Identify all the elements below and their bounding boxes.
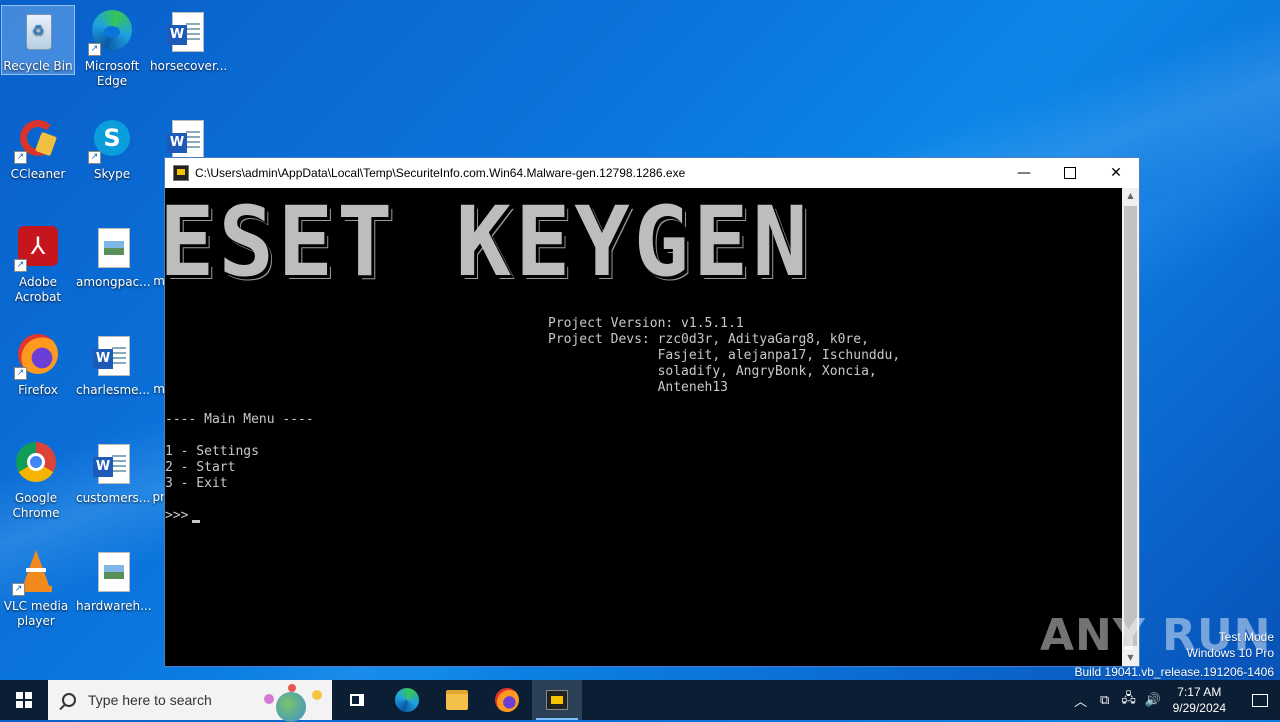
desktop-icon-vlc[interactable]: ↗ VLC media player	[0, 546, 72, 629]
system-tray: ︿ ⧉ 🖧 🔊 7:17 AM 9/29/2024	[1069, 680, 1280, 720]
minimize-icon: —	[1017, 165, 1031, 181]
taskbar-edge[interactable]	[382, 680, 432, 720]
task-view-icon	[350, 694, 364, 706]
skype-icon: S ↗	[88, 116, 136, 164]
console-window[interactable]: C:\Users\admin\AppData\Local\Temp\Securi…	[159, 157, 1140, 667]
desktop-icon-label: VLC media player	[3, 599, 69, 628]
ccleaner-icon: ↗	[14, 116, 62, 164]
image-file-icon	[88, 224, 136, 272]
desktop-icon-label: Adobe Acrobat	[14, 275, 62, 304]
taskbar: Type here to search ︿ ⧉ 🖧 🔊 7:17 AM 9/29…	[0, 680, 1280, 722]
desktop-icon-label-partial: m	[153, 274, 165, 288]
volume-icon[interactable]: 🔊	[1141, 693, 1165, 708]
desktop-icon-label: horsecover...	[150, 59, 228, 73]
desktop-icon-hardwareh[interactable]: hardwareh...	[76, 546, 152, 614]
desktop-icon-label-partial: pr	[152, 490, 165, 504]
minimize-button[interactable]: —	[1001, 158, 1047, 188]
search-icon	[62, 693, 76, 707]
task-view-button[interactable]	[332, 680, 382, 720]
window-titlebar[interactable]: C:\Users\admin\AppData\Local\Temp\Securi…	[165, 158, 1139, 188]
search-placeholder: Type here to search	[88, 692, 212, 708]
firefox-icon	[495, 688, 519, 712]
firefox-icon: ↗	[14, 332, 62, 380]
desktop-icon-label-partial: m	[153, 382, 165, 396]
ascii-banner: ESET KEYGEN	[159, 186, 812, 298]
clock-time: 7:17 AM	[1177, 685, 1222, 699]
desktop-icon-recycle-bin[interactable]: ♻ Recycle Bin	[1, 5, 75, 75]
scroll-up-icon[interactable]: ▲	[1122, 188, 1139, 204]
desktop-icon-firefox[interactable]: ↗ Firefox	[2, 330, 74, 398]
text-cursor	[192, 520, 201, 523]
desktop-icon-google-chrome[interactable]: Google Chrome	[0, 438, 72, 521]
desktop-icon-horsecover[interactable]: W horsecover...	[150, 6, 228, 74]
terminal-line: soladify, AngryBonk, Xoncia,	[548, 364, 877, 379]
edge-icon: ↗	[88, 8, 136, 56]
desktop-icon-label: CCleaner	[10, 167, 66, 181]
start-button[interactable]	[0, 680, 48, 720]
taskbar-firefox[interactable]	[482, 680, 532, 720]
word-document-icon: W	[88, 332, 136, 380]
taskbar-file-explorer[interactable]	[432, 680, 482, 720]
terminal-line: Project Version: v1.5.1.1	[548, 316, 744, 331]
adobe-acrobat-icon: ⅄ ↗	[14, 224, 62, 272]
search-highlight-icon	[262, 684, 328, 722]
close-button[interactable]: ✕	[1093, 158, 1139, 188]
chevron-up-icon[interactable]: ︿	[1069, 691, 1093, 710]
input-prompt[interactable]: >>>	[165, 508, 201, 524]
clock[interactable]: 7:17 AM 9/29/2024	[1173, 684, 1226, 716]
taskbar-console-app[interactable]	[532, 680, 582, 720]
window-title: C:\Users\admin\AppData\Local\Temp\Securi…	[195, 166, 686, 180]
network-icon[interactable]: 🖧	[1117, 689, 1141, 711]
menu-item-settings: 1 - Settings	[165, 444, 259, 459]
recycle-bin-icon: ♻	[14, 8, 62, 56]
chrome-icon	[12, 440, 60, 488]
terminal-output[interactable]: ESET KEYGEN Project Version: v1.5.1.1 Pr…	[159, 188, 1122, 666]
desktop-icon-label: Microsoft Edge	[84, 59, 140, 88]
menu-item-exit: 3 - Exit	[165, 476, 228, 491]
desktop-icon-adobe-acrobat[interactable]: ⅄ ↗ Adobe Acrobat	[2, 222, 74, 305]
console-app-icon	[173, 165, 189, 181]
close-icon: ✕	[1110, 165, 1122, 181]
desktop-icon-label: Recycle Bin	[3, 59, 73, 73]
clock-date: 9/29/2024	[1172, 701, 1226, 715]
test-mode-label: Test Mode	[1218, 630, 1274, 644]
edge-icon	[395, 688, 419, 712]
terminal-line: Project Devs: rzc0d3r, AdityaGarg8, k0re…	[548, 332, 869, 347]
notification-button[interactable]	[1240, 680, 1280, 720]
desktop-icon-microsoft-edge[interactable]: ↗ Microsoft Edge	[76, 6, 148, 89]
prompt-symbol: >>>	[165, 508, 189, 523]
maximize-button[interactable]	[1047, 158, 1093, 188]
main-menu-header: ---- Main Menu ----	[165, 412, 314, 427]
notification-icon	[1252, 693, 1268, 707]
menu-item-start: 2 - Start	[165, 460, 236, 475]
windows-logo-icon	[16, 692, 32, 708]
terminal-line: Fasjeit, alejanpa17, Ischunddu,	[548, 348, 901, 363]
terminal-line: Anteneh13	[548, 380, 729, 395]
word-document-icon: W	[88, 440, 136, 488]
desktop-icon-ccleaner[interactable]: ↗ CCleaner	[2, 114, 74, 182]
folder-icon	[446, 690, 468, 710]
device-icon[interactable]: ⧉	[1093, 693, 1117, 708]
search-box[interactable]: Type here to search	[48, 680, 332, 722]
vlc-icon: ↗	[12, 548, 60, 596]
desktop-icon-label: Google Chrome	[12, 491, 60, 520]
scrollbar-thumb[interactable]	[1124, 206, 1137, 646]
build-label: Build 19041.vb_release.191206-1406	[1074, 665, 1275, 679]
console-app-icon	[546, 690, 568, 710]
desktop-icon-label: hardwareh...	[76, 599, 152, 613]
vertical-scrollbar[interactable]: ▲ ▼	[1122, 188, 1139, 666]
image-file-icon	[88, 548, 136, 596]
maximize-icon	[1064, 167, 1076, 179]
windows-edition-label: Windows 10 Pro	[1186, 646, 1274, 660]
word-document-icon: W	[162, 8, 210, 56]
desktop-icon-label: Firefox	[18, 383, 58, 397]
